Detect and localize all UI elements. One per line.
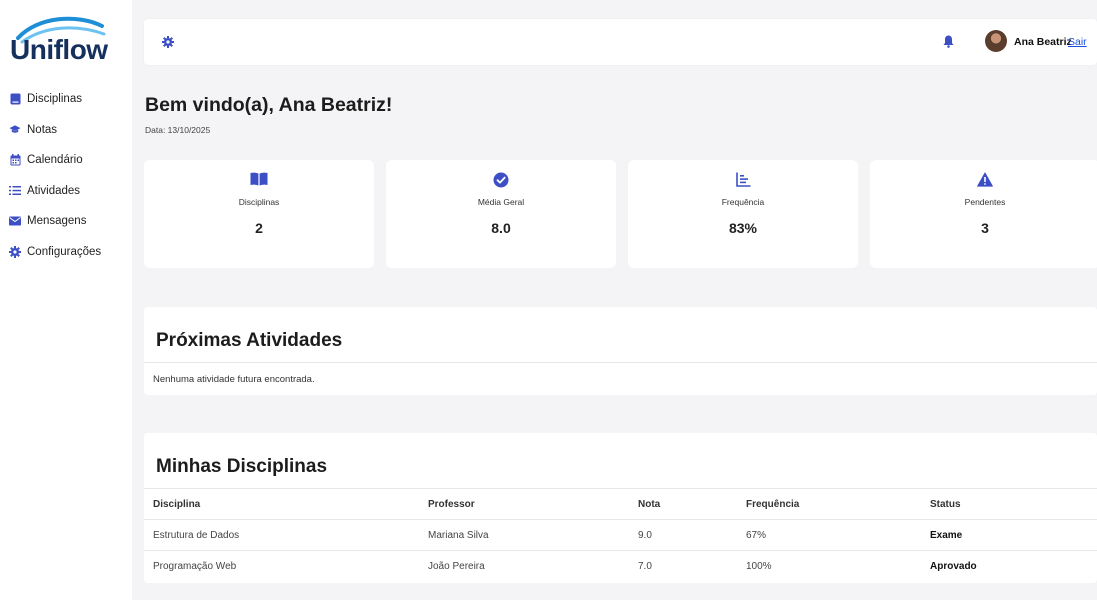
sidebar-item-label: Notas <box>27 123 58 136</box>
cell-professor: João Pereira <box>428 561 485 572</box>
stat-card-frequencia: Frequência 83% <box>628 160 858 268</box>
page-title: Bem vindo(a), Ana Beatriz! <box>145 94 393 116</box>
calendar-icon <box>9 154 21 166</box>
settings-gear-icon[interactable] <box>162 35 174 53</box>
divider <box>144 550 1097 551</box>
sidebar: Uniflow Disciplinas Notas Calendário Ati… <box>0 0 132 600</box>
sidebar-item-configuracoes[interactable]: Configurações <box>9 237 129 268</box>
sidebar-item-label: Mensagens <box>27 215 87 228</box>
my-disciplines-panel: Minhas Disciplinas Disciplina Professor … <box>144 433 1097 583</box>
cell-disciplina: Programação Web <box>153 561 237 572</box>
stat-value: 2 <box>255 220 263 236</box>
warning-icon <box>977 172 993 192</box>
list-icon <box>9 185 21 197</box>
sidebar-item-label: Calendário <box>27 154 83 167</box>
stat-value: 8.0 <box>491 220 511 236</box>
stat-card-pendentes: Pendentes 3 <box>870 160 1097 268</box>
sidebar-nav: Disciplinas Notas Calendário Atividades … <box>9 84 129 267</box>
stat-card-media-geral: Média Geral 8.0 <box>386 160 616 268</box>
sidebar-item-mensagens[interactable]: Mensagens <box>9 206 129 237</box>
cell-professor: Mariana Silva <box>428 530 489 541</box>
sidebar-item-notas[interactable]: Notas <box>9 115 129 146</box>
stat-label: Frequência <box>721 197 765 207</box>
stat-label: Pendentes <box>964 197 1006 207</box>
top-bar: Ana Beatriz Sair <box>144 19 1097 65</box>
check-circle-icon <box>493 172 509 193</box>
section-title: Minhas Disciplinas <box>156 456 328 477</box>
envelope-icon <box>9 215 21 227</box>
sidebar-item-calendario[interactable]: Calendário <box>9 145 129 176</box>
cell-frequencia: 67% <box>746 530 767 541</box>
divider <box>144 519 1097 520</box>
column-header-nota[interactable]: Nota <box>638 499 660 510</box>
status-badge: Aprovado <box>930 561 977 572</box>
stat-card-disciplinas: Disciplinas 2 <box>144 160 374 268</box>
sidebar-item-label: Atividades <box>27 184 81 197</box>
open-book-icon <box>250 172 268 191</box>
avatar[interactable] <box>985 30 1007 52</box>
sidebar-item-label: Disciplinas <box>27 93 82 106</box>
cell-frequencia: 100% <box>746 561 772 572</box>
column-header-frequencia[interactable]: Frequência <box>746 499 799 510</box>
cell-nota: 7.0 <box>638 561 652 572</box>
stat-value: 3 <box>981 220 989 236</box>
divider <box>144 362 1097 363</box>
stat-label: Média Geral <box>477 197 525 207</box>
upcoming-activities-panel: Próximas Atividades Nenhuma atividade fu… <box>144 307 1097 395</box>
sidebar-item-label: Configurações <box>27 245 102 258</box>
logo-text: Uniflow <box>10 34 108 65</box>
cell-nota: 9.0 <box>638 530 652 541</box>
bell-icon[interactable] <box>943 35 954 53</box>
chart-icon <box>735 172 751 192</box>
column-header-status[interactable]: Status <box>930 499 961 510</box>
logout-link[interactable]: Sair <box>1068 36 1087 48</box>
column-header-professor[interactable]: Professor <box>428 499 475 510</box>
status-badge: Exame <box>930 530 963 541</box>
stat-label: Disciplinas <box>238 197 280 207</box>
graduation-cap-icon <box>9 124 21 136</box>
gear-icon <box>9 245 21 258</box>
sidebar-item-atividades[interactable]: Atividades <box>9 176 129 207</box>
current-date: Data: 13/10/2025 <box>145 125 211 135</box>
section-title: Próximas Atividades <box>156 330 343 351</box>
divider <box>144 488 1097 489</box>
empty-state-message: Nenhuma atividade futura encontrada. <box>153 374 315 385</box>
stat-value: 83% <box>728 220 758 236</box>
book-icon <box>9 93 21 105</box>
user-name: Ana Beatriz <box>1014 36 1072 48</box>
column-header-disciplina[interactable]: Disciplina <box>153 499 200 510</box>
sidebar-item-disciplinas[interactable]: Disciplinas <box>9 84 129 115</box>
cell-disciplina: Estrutura de Dados <box>153 530 240 541</box>
uniflow-logo[interactable]: Uniflow <box>8 14 113 65</box>
